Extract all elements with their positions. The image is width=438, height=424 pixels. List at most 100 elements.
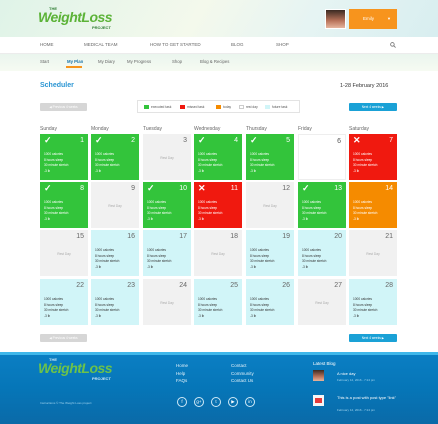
calendar-day[interactable]: 24 Rest Day <box>143 279 191 325</box>
legend-label: rest day <box>246 105 258 109</box>
rest-day-label: Rest Day <box>160 156 174 160</box>
task-list: 1000 calories 8 hours sleep 30 minute stre… <box>147 200 171 223</box>
site-logo[interactable]: THE WeightLoss PROJECT <box>38 6 128 32</box>
day-number: 23 <box>127 282 135 289</box>
task-list: 1000 calories 8 hours sleep 30 minute stre… <box>95 152 119 175</box>
legend-item-rest: rest day <box>239 105 258 110</box>
task-line: -3 lb <box>198 314 205 319</box>
footer-link-home[interactable]: Home <box>176 363 188 368</box>
calendar-day[interactable]: 15 Rest Day <box>40 230 88 276</box>
calendar-day[interactable]: 13 ✓ 1000 calories 8 hours sleep 30 minute s… <box>298 182 346 228</box>
footer-link-contact[interactable]: Contact <box>231 363 247 368</box>
footer-link-community[interactable]: Community <box>231 371 254 376</box>
facebook-icon[interactable]: f <box>177 397 187 407</box>
subnav-item-start[interactable]: Start <box>40 59 49 64</box>
footer-link-contact-us[interactable]: Contact Us <box>231 378 253 383</box>
blog-post-thumbnail[interactable] <box>313 370 324 381</box>
calendar-day[interactable]: 12 Rest Day <box>246 182 294 228</box>
cross-icon: ✕ <box>353 135 361 145</box>
subnav-item-my-diary[interactable]: My Diary <box>98 59 115 64</box>
calendar-day[interactable]: 27 Rest Day <box>298 279 346 325</box>
blog-post-thumbnail[interactable] <box>313 395 324 406</box>
calendar-day[interactable]: 25 1000 calories 8 hours sleep 30 minute st… <box>194 279 242 325</box>
nav-item-home[interactable]: HOME <box>40 42 54 47</box>
calendar-day[interactable]: 11 ✕ 1000 calories 8 hours sleep 30 minute s… <box>194 182 242 228</box>
subnav-item-shop[interactable]: Shop <box>172 59 182 64</box>
task-list: 1000 calories 8 hours sleep 30 minute stre… <box>44 200 68 223</box>
next-4-weeks-button-bottom[interactable]: Next 4 weeks ▶ <box>349 334 397 342</box>
user-menu-button[interactable]: Emily ▼ <box>349 9 397 29</box>
blog-post-title[interactable]: This is a post with post type "link" <box>337 395 396 400</box>
calendar-day[interactable]: 4 ✓ 1000 calories 8 hours sleep 30 minute st… <box>194 134 242 180</box>
calendar-day[interactable]: 8 ✓ 1000 calories 8 hours sleep 30 minute st… <box>40 182 88 228</box>
next-4-weeks-button[interactable]: Next 4 weeks ▶ <box>349 103 397 111</box>
user-avatar[interactable] <box>325 9 346 29</box>
calendar-day[interactable]: 16 1000 calories 8 hours sleep 30 minute st… <box>91 230 139 276</box>
task-list: 1000 calories 8 hours sleep 30 minute stre… <box>198 152 222 175</box>
calendar-day[interactable]: 18 Rest Day <box>194 230 242 276</box>
day-number: 19 <box>282 233 290 240</box>
calendar-day[interactable]: 20 1000 calories 8 hours sleep 30 minute st… <box>298 230 346 276</box>
calendar-day[interactable]: 9 Rest Day <box>91 182 139 228</box>
youtube-icon[interactable]: ▶ <box>228 397 238 407</box>
calendar-day[interactable]: 7 ✕ 1000 calories 8 hours sleep 30 minute st… <box>349 134 397 180</box>
task-line: -3 lb <box>353 314 360 319</box>
legend-swatch <box>180 105 185 110</box>
blog-post-date: February 12, 2016 - 7:24 pm <box>337 378 376 382</box>
legend-item-future: future task <box>265 105 287 110</box>
nav-item-blog[interactable]: BLOG <box>231 42 244 47</box>
search-icon[interactable] <box>390 42 396 48</box>
calendar-day[interactable]: 14 1000 calories 8 hours sleep 30 minute st… <box>349 182 397 228</box>
calendar-day[interactable]: 10 ✓ 1000 calories 8 hours sleep 30 minute s… <box>143 182 191 228</box>
subnav-item-my-progress[interactable]: My Progress <box>127 59 151 64</box>
calendar-day[interactable]: 21 Rest Day <box>349 230 397 276</box>
calendar-day[interactable]: 23 1000 calories 8 hours sleep 30 minute st… <box>91 279 139 325</box>
checkmark-icon: ✓ <box>198 135 206 145</box>
task-line: -3 lb <box>250 169 257 174</box>
day-number: 27 <box>334 282 342 289</box>
linkedin-icon[interactable]: in <box>245 397 255 407</box>
calendar-day[interactable]: 17 1000 calories 8 hours sleep 30 minute st… <box>143 230 191 276</box>
task-line: -3 lb <box>147 265 154 270</box>
calendar-day[interactable]: 5 ✓ 1000 calories 8 hours sleep 30 minute st… <box>246 134 294 180</box>
day-number: 1 <box>80 137 84 144</box>
footer-logo[interactable]: THE WeightLoss PROJECT <box>38 357 128 385</box>
day-number: 14 <box>385 185 393 192</box>
task-line: -3 lb <box>44 314 51 319</box>
calendar-day[interactable]: 28 1000 calories 8 hours sleep 30 minute st… <box>349 279 397 325</box>
task-list: 1000 calories 8 hours sleep 30 minute stre… <box>95 248 119 271</box>
task-line: -3 lb <box>147 217 154 222</box>
footer-top-border <box>0 352 438 355</box>
calendar-day[interactable]: 22 1000 calories 8 hours sleep 30 minute st… <box>40 279 88 325</box>
calendar-day[interactable]: 2 ✓ 1000 calories 8 hours sleep 30 minute st… <box>91 134 139 180</box>
calendar-day[interactable]: 1 ✓ 1000 calories 8 hours sleep 30 minute st… <box>40 134 88 180</box>
subnav-item-blog-recipes[interactable]: Blog & Recipes <box>200 59 229 64</box>
footer-tagline: Instructions © The Weight Loss project <box>40 401 92 405</box>
calendar-day[interactable]: 3 Rest Day <box>143 134 191 180</box>
calendar-day[interactable]: 6 <box>298 134 346 180</box>
calendar-day[interactable]: 26 1000 calories 8 hours sleep 30 minute st… <box>246 279 294 325</box>
date-range: 1-28 February 2016 <box>340 83 389 89</box>
subnav-item-my-plan[interactable]: My Plan <box>67 59 83 64</box>
checkmark-icon: ✓ <box>44 135 52 145</box>
footer-link-faqs[interactable]: FAQs <box>176 378 187 383</box>
day-number: 5 <box>286 137 290 144</box>
calendar-day[interactable]: 19 1000 calories 8 hours sleep 30 minute st… <box>246 230 294 276</box>
checkmark-icon: ✓ <box>147 183 155 193</box>
previous-4-weeks-button[interactable]: ◀ Previous 4 weeks <box>40 103 87 111</box>
blog-post-date: February 12, 2016 - 7:24 pm <box>337 408 376 412</box>
nav-item-medical-team[interactable]: MEDICAL TEAM <box>84 42 118 47</box>
google-plus-icon[interactable]: g+ <box>194 397 204 407</box>
footer-link-help[interactable]: Help <box>176 371 185 376</box>
nav-item-how-to-get-started[interactable]: HOW TO GET STARTED <box>150 42 201 47</box>
blog-post-title[interactable]: A nice day <box>337 371 355 376</box>
twitter-icon[interactable]: t <box>211 397 221 407</box>
task-list: 1000 calories 8 hours sleep 30 minute stre… <box>250 152 274 175</box>
nav-item-shop[interactable]: SHOP <box>276 42 289 47</box>
weekday-monday: Monday <box>91 126 109 132</box>
rest-day-label: Rest Day <box>263 204 277 208</box>
task-line: -3 lb <box>302 265 309 270</box>
day-number: 10 <box>179 185 187 192</box>
previous-4-weeks-button-bottom[interactable]: ◀ Previous 4 weeks <box>40 334 87 342</box>
task-list: 1000 calories 8 hours sleep 30 minute stre… <box>198 200 222 223</box>
